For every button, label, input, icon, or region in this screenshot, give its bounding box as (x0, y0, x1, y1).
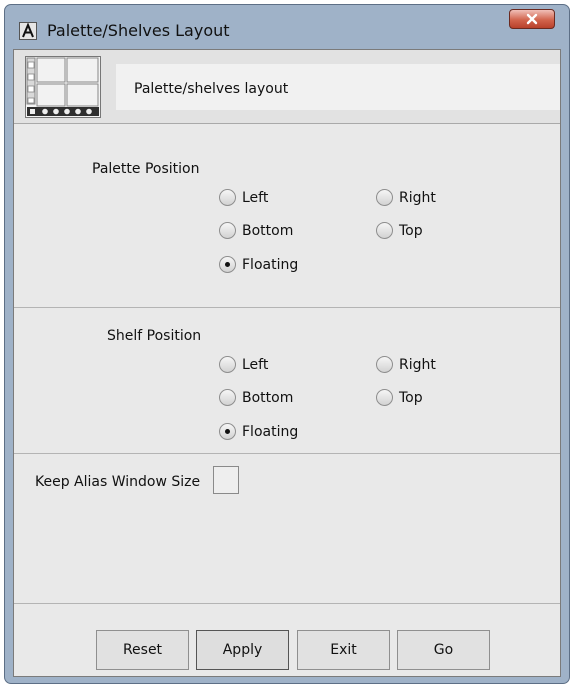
palette-radio-top[interactable]: Top (376, 222, 423, 239)
reset-button[interactable]: Reset (96, 630, 189, 670)
close-button[interactable] (509, 9, 555, 29)
section-divider (14, 307, 560, 308)
radio-label: Left (242, 189, 269, 206)
shelf-radio-bottom[interactable]: Bottom (219, 389, 293, 406)
keep-alias-label: Keep Alias Window Size (35, 474, 201, 490)
dialog-header: Palette/shelves layout (14, 50, 560, 124)
layout-grid-graphic (26, 57, 99, 116)
shelf-radio-left[interactable]: Left (219, 356, 268, 373)
radio-label: Floating (242, 423, 299, 440)
radio-label: Floating (242, 256, 299, 273)
radio-button[interactable] (376, 189, 393, 206)
title-bar: Palette/Shelves Layout (5, 5, 569, 49)
palette-radio-left[interactable]: Left (219, 189, 268, 206)
shelf-position-title: Shelf Position (107, 328, 202, 344)
radio-label: Right (399, 356, 436, 373)
layout-grid-icon (25, 56, 101, 118)
app-logo-glyph (22, 22, 34, 38)
exit-button[interactable]: Exit (297, 630, 390, 670)
window-title: Palette/Shelves Layout (47, 21, 230, 40)
radio-label: Bottom (242, 389, 294, 406)
button-bar-divider (14, 603, 560, 604)
radio-label: Bottom (242, 222, 294, 239)
header-title: Palette/shelves layout (134, 81, 289, 97)
go-button[interactable]: Go (397, 630, 490, 670)
radio-button[interactable] (376, 389, 393, 406)
apply-button[interactable]: Apply (196, 630, 289, 670)
palette-radio-right[interactable]: Right (376, 189, 436, 206)
shelf-radio-right[interactable]: Right (376, 356, 436, 373)
radio-label: Top (399, 389, 423, 406)
close-icon (526, 13, 538, 25)
radio-label: Left (242, 356, 269, 373)
shelf-radio-top[interactable]: Top (376, 389, 423, 406)
radio-button[interactable] (219, 189, 236, 206)
radio-button-selected[interactable] (219, 423, 236, 440)
app-logo-icon (19, 22, 37, 40)
palette-radio-floating[interactable]: Floating (219, 256, 298, 273)
palette-radio-bottom[interactable]: Bottom (219, 222, 293, 239)
keep-alias-checkbox[interactable] (213, 466, 239, 494)
radio-button-selected[interactable] (219, 256, 236, 273)
section-divider (14, 453, 560, 454)
radio-button[interactable] (219, 356, 236, 373)
dialog-body: Palette/shelves layout Palette Position … (13, 49, 561, 677)
radio-button[interactable] (376, 222, 393, 239)
radio-label: Top (399, 222, 423, 239)
shelf-radio-floating[interactable]: Floating (219, 423, 298, 440)
radio-label: Right (399, 189, 436, 206)
radio-button[interactable] (219, 222, 236, 239)
radio-button[interactable] (219, 389, 236, 406)
palette-position-title: Palette Position (92, 161, 200, 177)
radio-button[interactable] (376, 356, 393, 373)
dialog-window: Palette/Shelves Layout Palette/shelves l… (4, 4, 570, 684)
